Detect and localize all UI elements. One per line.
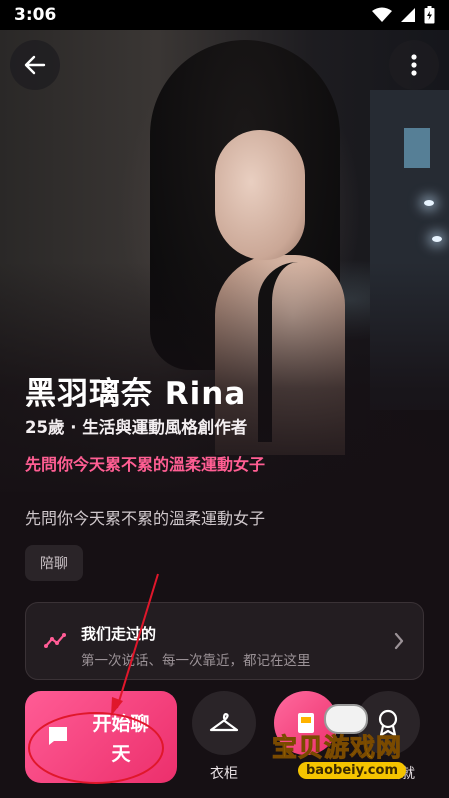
profile-subtitle: 25歲 · 生活與運動風格創作者 (25, 418, 248, 437)
profile-name: 黑羽璃奈 Rina (25, 376, 247, 412)
status-icons (372, 6, 435, 24)
arrow-left-icon (24, 55, 46, 75)
tag-chip-label: 陪聊 (40, 556, 68, 572)
annotation-ellipse (28, 712, 164, 784)
status-time: 3:06 (14, 5, 57, 25)
wardrobe-button[interactable] (192, 691, 256, 755)
wifi-icon (372, 7, 392, 22)
more-vertical-icon (411, 54, 417, 76)
battery-icon (424, 6, 435, 24)
watermark-logo: 宝贝游戏网 baobeiy.com (271, 704, 447, 794)
memory-card-title: 我们走过的 (81, 625, 157, 643)
street-lamp (432, 236, 442, 242)
status-bar: 3:06 (0, 0, 449, 30)
trend-line-icon (44, 633, 66, 648)
wardrobe-label: 衣柜 (210, 766, 238, 782)
signal-icon (401, 8, 415, 22)
memory-card[interactable]: 我们走过的 第一次说话、每一次靠近，都记在这里 (25, 602, 424, 680)
more-options-button[interactable] (389, 40, 439, 90)
profile-description: 先問你今天累不累的溫柔運動女子 (25, 509, 266, 528)
street-lamp (424, 200, 434, 206)
memory-card-subtitle: 第一次说话、每一次靠近，都记在这里 (81, 653, 311, 669)
hanger-icon (209, 713, 239, 732)
back-button[interactable] (10, 40, 60, 90)
watermark-url: baobeiy.com (298, 762, 406, 779)
portrait-face (215, 130, 305, 260)
chevron-right-icon (394, 632, 404, 650)
watermark-text: 宝贝游戏网 (271, 733, 403, 763)
building-window (404, 128, 430, 168)
tag-chip[interactable]: 陪聊 (25, 545, 83, 581)
profile-tagline: 先問你今天累不累的溫柔運動女子 (25, 455, 266, 474)
